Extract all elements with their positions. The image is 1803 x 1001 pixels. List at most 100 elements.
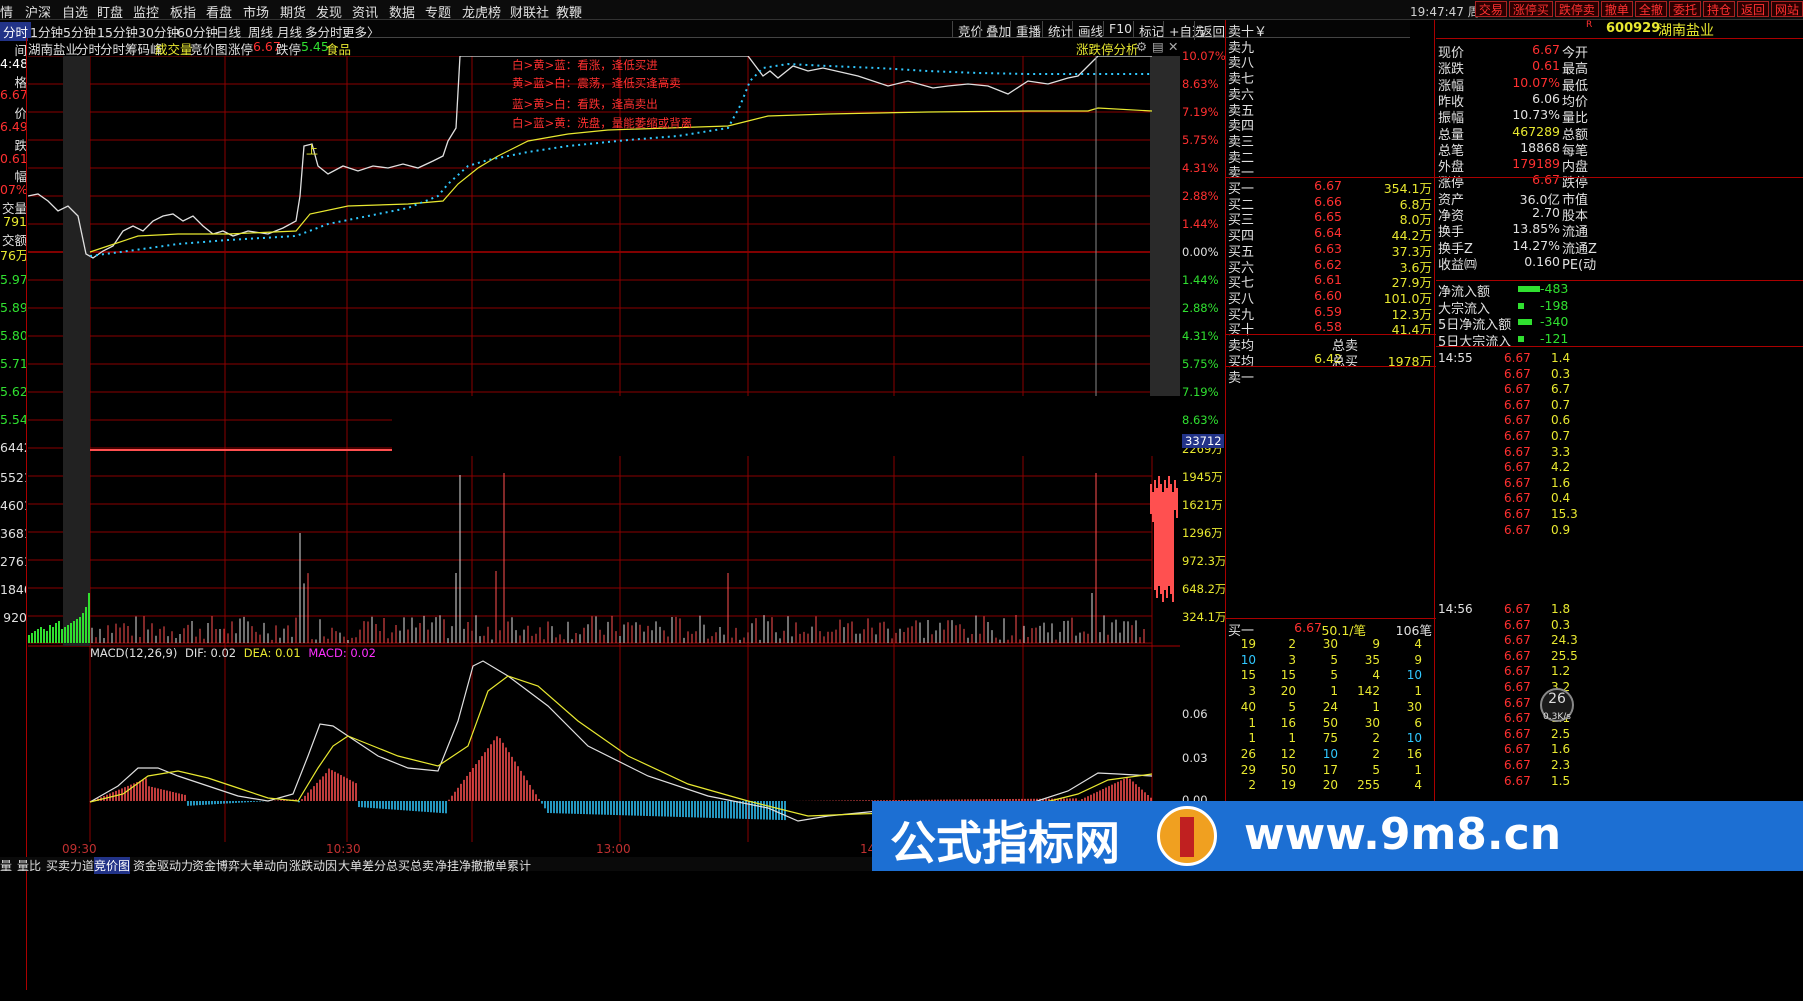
indicator-tab[interactable]: 大单差分 — [338, 857, 386, 874]
legend-annotation: 白>黄>蓝：看涨，逢低买进 — [512, 58, 658, 72]
closing-volume-bar — [1158, 476, 1160, 586]
quote-value: 179189 — [1512, 156, 1560, 172]
volume-axis-label: 972.3万 — [1182, 554, 1227, 568]
top-button[interactable]: 网站 — [1770, 1, 1803, 17]
premarket-volume-bar — [34, 631, 36, 643]
tick-price: 6.67 — [1504, 460, 1531, 475]
speed-rate: 0.3K/s — [1543, 712, 1571, 722]
chart-tool-tab[interactable]: F10 — [1103, 21, 1132, 36]
menu-item[interactable]: 教鞭 — [556, 2, 582, 21]
tick-price: 6.67 — [1504, 695, 1531, 710]
indicator-tab[interactable]: 总买总卖 — [386, 857, 434, 874]
menu-item[interactable]: 自选 — [62, 2, 88, 21]
closing-volume-bar — [1168, 476, 1170, 586]
bid-price: 6.60 — [1314, 287, 1342, 303]
menu-item[interactable]: 情 — [0, 2, 13, 21]
premarket-volume-bar — [79, 617, 81, 643]
settings-icon[interactable]: ⚙ — [1136, 39, 1147, 54]
tick-price: 6.67 — [1504, 397, 1531, 412]
top-button[interactable]: 持仓 — [1702, 1, 1735, 17]
queue-cell: 1 — [1288, 731, 1296, 746]
left-info-item: 6.49 — [0, 119, 27, 134]
tick-volume: 1.6 — [1551, 742, 1571, 757]
tick-volume: 24.3 — [1551, 633, 1578, 648]
quote-value: 6.06 — [1532, 90, 1560, 106]
top-button[interactable]: 涨停买 — [1508, 1, 1553, 17]
close-icon[interactable]: ✕ — [1168, 39, 1178, 54]
menu-item[interactable]: 发现 — [316, 2, 342, 21]
left-axis-label: 5.97 — [0, 272, 27, 287]
quote-value: 0.61 — [1532, 58, 1560, 74]
queue-cell: 10 — [1406, 668, 1422, 683]
quote-value: 0.160 — [1524, 253, 1560, 269]
queue-cell: 6 — [1414, 715, 1422, 730]
indicator-tab[interactable]: 净挂净撤 — [435, 857, 483, 874]
bid-price: 6.63 — [1314, 240, 1342, 256]
menu-item[interactable]: 板指 — [170, 2, 196, 21]
macd-header: MACD(12,26,9) DIF: 0.02 DEA: 0.01 MACD: … — [90, 646, 376, 660]
indicator-tab[interactable]: 资金博弈 — [192, 857, 240, 874]
menu-item[interactable]: 监控 — [133, 2, 159, 21]
queue-cell: 75 — [1322, 731, 1338, 746]
indicator-tab[interactable]: 量 — [0, 857, 12, 874]
queue-cell: 30 — [1364, 715, 1380, 730]
menu-item[interactable]: 财联社 — [510, 2, 549, 21]
tick-price: 6.67 — [1504, 491, 1531, 506]
menu-item[interactable]: 看盘 — [206, 2, 232, 21]
top-button[interactable]: 撤单 — [1600, 1, 1633, 17]
menu-item[interactable]: 期货 — [280, 2, 306, 21]
quote-label: 收益㈣ — [1438, 257, 1478, 273]
tick-volume: 3.3 — [1551, 444, 1571, 459]
queue-cell: 4 — [1414, 778, 1422, 793]
indicator-tab[interactable]: 撤单累计 — [483, 857, 531, 874]
tick-time: 14:56 — [1438, 602, 1473, 616]
queue-cell: 5 — [1372, 762, 1380, 777]
intraday-chart[interactable] — [28, 56, 1180, 842]
tick-volume: 0.6 — [1551, 413, 1571, 428]
indicator-tab[interactable]: 量比 — [17, 857, 41, 874]
queue-cell: 15 — [1240, 668, 1256, 683]
stock-name: 湖南盐业 — [1658, 23, 1714, 39]
menu-item[interactable]: 数据 — [389, 2, 415, 21]
indicator-tab[interactable]: 竞价图 — [94, 857, 131, 874]
time-axis-label: 09:30 — [62, 842, 97, 856]
queue-cell: 142 — [1357, 684, 1380, 699]
menu-item[interactable]: 沪深 — [25, 2, 51, 21]
top-button[interactable]: 返回 — [1736, 1, 1769, 17]
pct-axis-label: 2.88% — [1182, 301, 1219, 315]
queue-cell: 2 — [1372, 746, 1380, 761]
left-axis-label: 5.62 — [0, 384, 27, 399]
top-button[interactable]: 跌停卖 — [1554, 1, 1599, 17]
premarket-volume-bar — [67, 625, 69, 643]
tick-price: 6.67 — [1504, 429, 1531, 443]
menu-item[interactable]: 资讯 — [352, 2, 378, 21]
legend-annotation: 蓝>黄>白：看跌，逢高卖出 — [512, 97, 658, 111]
left-axis-label: 920 — [3, 610, 27, 625]
tick-price: 6.67 — [1504, 366, 1531, 381]
top-button[interactable]: 交易 — [1474, 1, 1507, 17]
indicator-tab[interactable]: 大单动向 — [240, 857, 288, 874]
indicator-tab[interactable]: 涨跌动因 — [289, 857, 337, 874]
quote-value: 6.67 — [1532, 42, 1560, 57]
menu-item[interactable]: 市场 — [243, 2, 269, 21]
bid-price: 6.66 — [1314, 193, 1342, 209]
premarket-volume-bar — [82, 613, 84, 643]
chart-title-bar: 湖南盐业 分时 分时筹码峰 成交量 竞价图 涨停 6.67 跌停 5.45 食品… — [28, 38, 1180, 57]
menu-item[interactable]: 盯盘 — [97, 2, 123, 21]
pct-axis-label: 8.63% — [1182, 77, 1219, 91]
speed-ball[interactable]: 26 0.3K/s — [1540, 688, 1574, 722]
window-icon[interactable]: ▤ — [1152, 39, 1164, 54]
tick-volume: 1.8 — [1551, 602, 1571, 616]
top-button[interactable]: 委托 — [1668, 1, 1701, 17]
indicator-tab[interactable]: 买卖力道 — [46, 857, 94, 874]
indicator-tab[interactable]: 资金驱动力 — [133, 857, 193, 874]
closing-volume-bar — [1176, 488, 1178, 518]
premarket-volume-bar — [28, 635, 30, 643]
flow-value: -340 — [1540, 314, 1569, 329]
top-button[interactable]: 全撤 — [1634, 1, 1667, 17]
menu-item[interactable]: 专题 — [425, 2, 451, 21]
queue-cell: 19 — [1240, 637, 1256, 651]
chart-tool-tab[interactable]: 返回 — [1194, 21, 1225, 40]
tick-price: 6.67 — [1504, 444, 1531, 459]
menu-item[interactable]: 龙虎榜 — [462, 2, 501, 21]
